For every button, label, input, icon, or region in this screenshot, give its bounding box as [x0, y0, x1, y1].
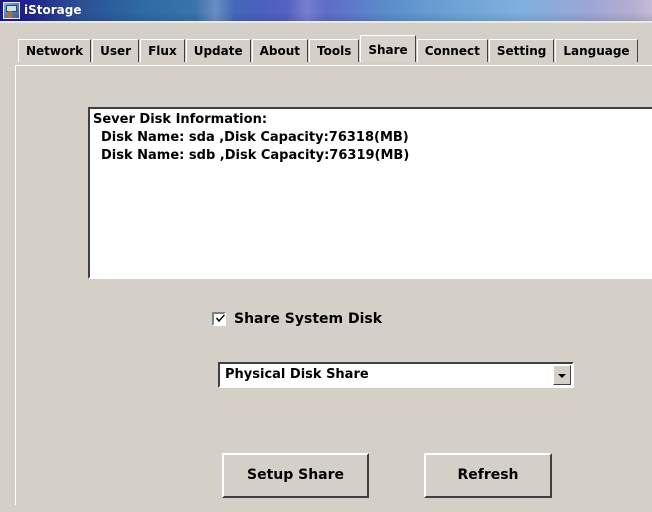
disk-info-textarea[interactable]: Sever Disk Information: Disk Name: sda ,…: [88, 107, 652, 279]
icon-person-shape: [8, 11, 12, 18]
storage-user-icon: [3, 2, 20, 19]
tab-setting[interactable]: Setting: [488, 39, 555, 62]
disk-info-heading: Sever Disk Information:: [93, 112, 268, 127]
tab-share[interactable]: Share: [360, 35, 416, 62]
refresh-button[interactable]: Refresh: [424, 453, 552, 498]
tab-flux[interactable]: Flux: [140, 39, 185, 62]
istorage-window: iStorage Network User Flux Update About …: [0, 0, 652, 512]
share-mode-selected-value: Physical Disk Share: [225, 367, 369, 382]
tab-tools[interactable]: Tools: [309, 39, 360, 62]
window-title: iStorage: [24, 3, 82, 17]
chevron-down-icon: [558, 374, 566, 378]
share-system-disk-checkbox[interactable]: [212, 312, 226, 326]
tab-connect[interactable]: Connect: [416, 39, 488, 62]
share-system-disk-label: Share System Disk: [234, 311, 383, 327]
setup-share-button[interactable]: Setup Share: [222, 453, 369, 498]
tab-user[interactable]: User: [92, 39, 140, 62]
body-top-highlight: [0, 21, 652, 23]
tab-strip: Network User Flux Update About Tools Sha…: [18, 35, 638, 66]
disk-info-line-sdb: Disk Name: sdb ,Disk Capacity:76319(MB): [101, 148, 410, 163]
title-bar-gradient: [0, 0, 652, 21]
disk-info-line-sda: Disk Name: sda ,Disk Capacity:76318(MB): [101, 130, 409, 145]
tab-update[interactable]: Update: [185, 39, 251, 62]
title-bar: iStorage: [0, 0, 652, 21]
checkmark-icon: [216, 314, 225, 323]
tab-language[interactable]: Language: [555, 39, 638, 62]
share-mode-dropdown-button[interactable]: [553, 365, 571, 385]
tab-about[interactable]: About: [251, 39, 309, 62]
tab-network[interactable]: Network: [18, 39, 92, 62]
share-mode-combobox[interactable]: Physical Disk Share: [218, 362, 574, 388]
